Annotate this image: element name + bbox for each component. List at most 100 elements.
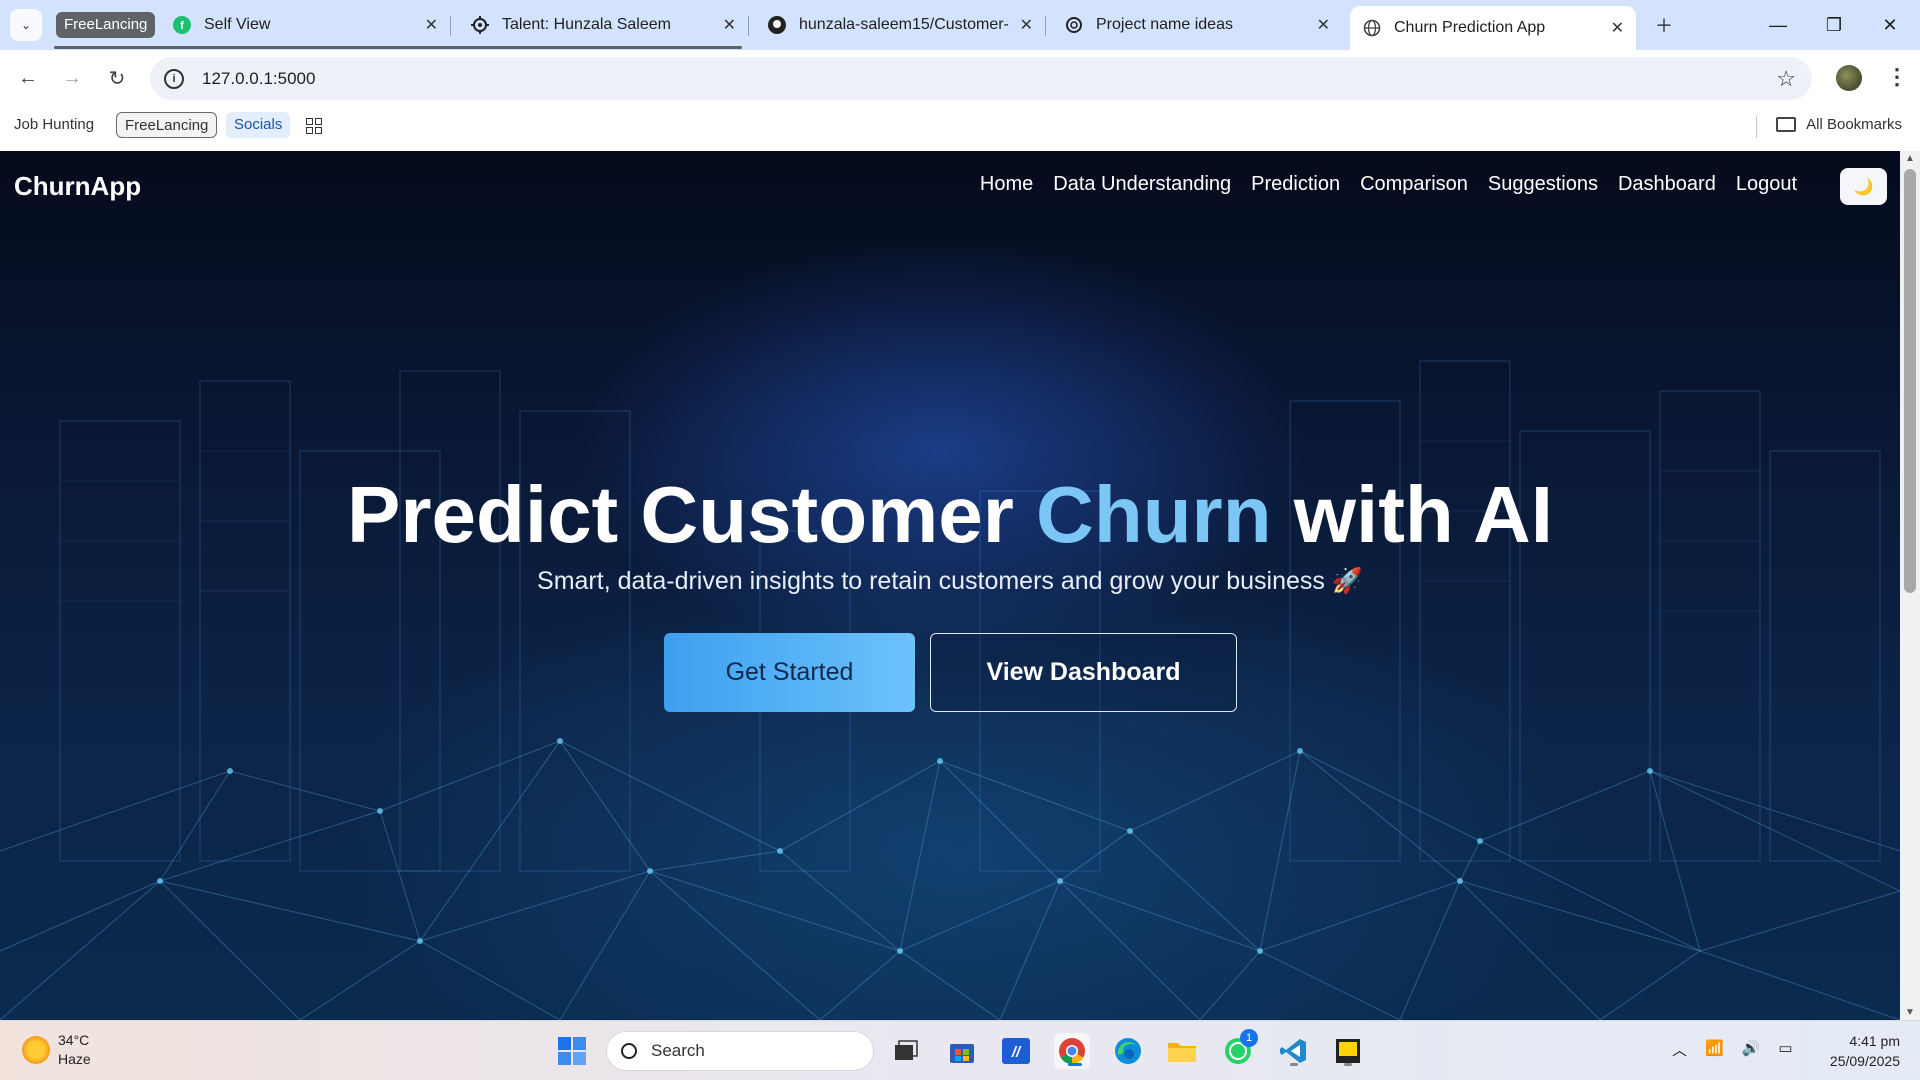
close-icon[interactable]: ✕ (1317, 15, 1330, 35)
weather-widget[interactable]: 34°C Haze (22, 1031, 91, 1069)
reload-icon: ↻ (108, 67, 126, 90)
task-view-icon[interactable] (888, 1033, 924, 1069)
svg-text:f: f (180, 20, 184, 32)
edge-icon[interactable] (1110, 1033, 1146, 1069)
close-icon[interactable]: ✕ (723, 15, 736, 35)
tab-github[interactable]: hunzala-saleem15/Customer-R ✕ (755, 6, 1046, 44)
tab-title: Talent: Hunzala Saleem (502, 16, 671, 33)
tab-title: Project name ideas (1096, 16, 1233, 33)
fiverr-icon: f (172, 15, 192, 35)
tab-separator (450, 16, 451, 36)
tab-separator (748, 16, 749, 36)
profile-avatar[interactable] (1836, 65, 1862, 91)
volume-icon[interactable]: 🔊 (1742, 1039, 1761, 1060)
nav-dashboard[interactable]: Dashboard (1618, 173, 1716, 196)
moon-icon: 🌙 (1853, 178, 1874, 196)
scroll-up-icon[interactable]: ▲ (1905, 153, 1915, 164)
app-brand[interactable]: ChurnApp (14, 171, 141, 202)
whatsapp-icon[interactable]: 1 (1220, 1029, 1258, 1069)
close-window-button[interactable]: ✕ (1862, 0, 1918, 50)
nav-comparison[interactable]: Comparison (1360, 173, 1468, 196)
tab-project-name-ideas[interactable]: Project name ideas ✕ (1052, 6, 1342, 44)
chevron-up-icon[interactable]: ︿ (1672, 1039, 1687, 1060)
get-started-button[interactable]: Get Started (664, 633, 915, 712)
sticky-notes-icon[interactable] (1330, 1033, 1366, 1069)
notification-badge: 1 (1240, 1029, 1258, 1047)
tab-talent[interactable]: Talent: Hunzala Saleem ✕ (458, 6, 749, 44)
new-tab-button[interactable]: ＋ (1636, 0, 1692, 50)
search-icon (621, 1043, 637, 1059)
all-bookmarks-button[interactable]: All Bookmarks (1776, 116, 1902, 133)
all-bookmarks-label: All Bookmarks (1806, 116, 1902, 133)
active-indicator (1068, 1063, 1082, 1066)
wifi-icon[interactable]: 📶 (1705, 1039, 1724, 1060)
close-icon: ✕ (1882, 14, 1898, 35)
github-icon (767, 15, 787, 35)
vscode-icon[interactable] (1276, 1033, 1312, 1069)
churn-app-page: ChurnApp Home Data Understanding Predict… (0, 151, 1900, 1020)
nav-data-understanding[interactable]: Data Understanding (1053, 173, 1231, 196)
scroll-down-icon[interactable]: ▼ (1905, 1007, 1915, 1018)
arrow-left-icon: ← (18, 66, 38, 89)
hero-title-accent: Churn (1036, 470, 1272, 559)
clock-date: 25/09/2025 (1829, 1053, 1900, 1069)
minimize-icon: — (1769, 14, 1787, 35)
chrome-icon[interactable] (1054, 1033, 1090, 1069)
close-icon[interactable]: ✕ (1020, 15, 1033, 35)
editor-app-icon[interactable]: // (998, 1033, 1034, 1069)
tab-title: hunzala-saleem15/Customer-R (799, 16, 1009, 33)
tab-self-view[interactable]: f Self View ✕ (160, 6, 451, 44)
windows-taskbar: 34°C Haze Search // 1 ︿ 📶 🔊 ▭ 4:41 pm 25… (0, 1020, 1920, 1080)
apps-grid-icon[interactable] (306, 118, 322, 134)
browser-toolbar: ← → ↻ i 127.0.0.1:5000 ☆ ⋮ (0, 50, 1920, 107)
clock-time: 4:41 pm (1849, 1033, 1900, 1049)
bookmarks-divider (1756, 116, 1757, 138)
site-info-icon[interactable]: i (164, 68, 184, 89)
tab-title: Self View (204, 16, 271, 33)
view-dashboard-button[interactable]: View Dashboard (930, 633, 1237, 712)
minimize-button[interactable]: — (1750, 0, 1806, 50)
battery-icon[interactable]: ▭ (1778, 1039, 1792, 1060)
bookmark-socials[interactable]: Socials (226, 112, 291, 138)
url-text: 127.0.0.1:5000 (202, 68, 316, 88)
tab-churn-prediction-app[interactable]: Churn Prediction App ✕ (1350, 6, 1636, 50)
weather-temp: 34°C (58, 1032, 90, 1048)
tab-group-indicator (54, 46, 742, 49)
scrollbar-thumb[interactable] (1904, 169, 1916, 593)
sun-icon (22, 1036, 50, 1064)
restore-button[interactable]: ❐ (1806, 0, 1862, 50)
bookmark-freelancing[interactable]: FreeLancing (116, 112, 218, 138)
globe-icon (1362, 18, 1382, 38)
openai-icon (1064, 15, 1084, 35)
forward-button[interactable]: → (52, 58, 92, 98)
address-bar[interactable]: i 127.0.0.1:5000 ☆ (150, 57, 1812, 100)
hero-title-post: with AI (1271, 470, 1554, 559)
back-button[interactable]: ← (8, 58, 48, 98)
windows-start-icon[interactable] (554, 1033, 590, 1069)
close-icon[interactable]: ✕ (425, 15, 438, 35)
bookmark-star-icon[interactable]: ☆ (1776, 66, 1796, 92)
browser-menu-icon[interactable]: ⋮ (1886, 64, 1908, 90)
page-scrollbar[interactable]: ▲ ▼ (1900, 151, 1920, 1020)
microsoft-store-icon[interactable] (944, 1033, 980, 1069)
taskbar-search[interactable]: Search (606, 1031, 874, 1071)
nav-suggestions[interactable]: Suggestions (1488, 173, 1598, 196)
tab-group-chip[interactable]: FreeLancing (56, 12, 156, 38)
theme-toggle-button[interactable]: 🌙 (1840, 168, 1887, 205)
nav-home[interactable]: Home (980, 173, 1033, 196)
reload-button[interactable]: ↻ (97, 58, 137, 98)
taskbar-clock[interactable]: 4:41 pm 25/09/2025 (1830, 1031, 1900, 1071)
weather-desc: Haze (58, 1051, 91, 1067)
nav-logout[interactable]: Logout (1736, 173, 1797, 196)
close-icon[interactable]: ✕ (1611, 18, 1624, 38)
hero-title-pre: Predict Customer (346, 470, 1037, 559)
arrow-right-icon: → (62, 66, 82, 89)
tab-search-button[interactable]: ⌄ (10, 9, 42, 41)
tab-title: Churn Prediction App (1394, 19, 1546, 36)
bookmark-job-hunting[interactable]: Job Hunting (6, 112, 102, 138)
chevron-down-icon: ⌄ (20, 18, 32, 32)
gear-icon (470, 15, 490, 35)
nav-prediction[interactable]: Prediction (1251, 173, 1340, 196)
taskbar-search-label: Search (651, 1041, 705, 1060)
file-explorer-icon[interactable] (1164, 1033, 1200, 1069)
